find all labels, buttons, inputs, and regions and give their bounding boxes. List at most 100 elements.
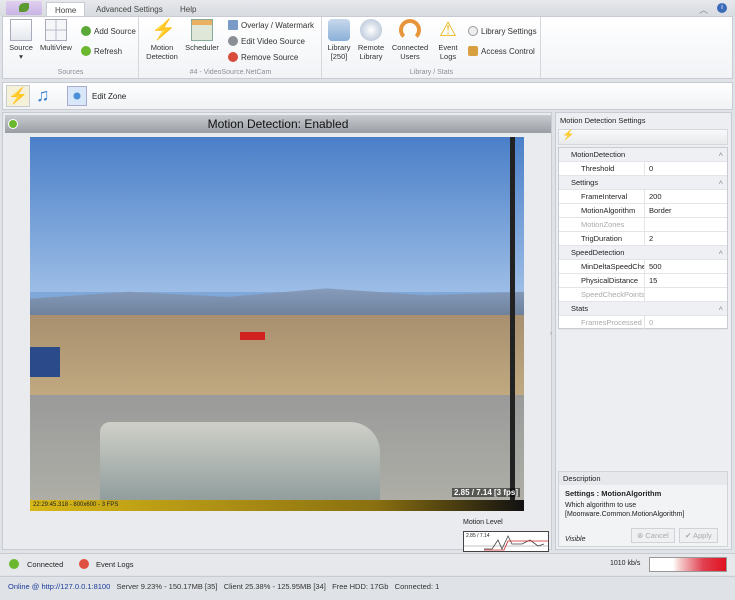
- edit-zone-button[interactable]: Edit Zone: [67, 86, 126, 106]
- remove-icon: [228, 52, 238, 62]
- chevron-up-icon[interactable]: ˄: [719, 148, 723, 161]
- group-label: #4 - VideoSource.NetCam: [189, 69, 272, 76]
- grid-category[interactable]: SpeedDetection ˄: [559, 246, 727, 260]
- overlay-icon: [228, 20, 238, 30]
- ribbon: Source ▾ MultiView Add Source Refresh Sou…: [2, 16, 733, 79]
- category-label: MotionDetection: [571, 150, 626, 159]
- edit-video-source-button[interactable]: Edit Video Source: [228, 36, 305, 46]
- remove-source-button[interactable]: Remove Source: [228, 52, 298, 62]
- source-icon: [10, 19, 32, 41]
- apply-button[interactable]: ✔ Apply: [679, 528, 718, 543]
- scheduler-button[interactable]: Scheduler: [184, 19, 220, 52]
- warning-icon: ⚠: [439, 19, 457, 41]
- settings-panel: Motion Detection Settings ⚡ MotionDetect…: [555, 112, 732, 550]
- grid-property[interactable]: MinDeltaSpeedCheck500: [559, 260, 727, 274]
- label: Remote Library: [357, 43, 385, 61]
- description-title: Settings : MotionAlgorithm: [565, 489, 662, 498]
- bandwidth-label: 1010 kb/s: [610, 560, 641, 567]
- grid-property[interactable]: PhysicalDistance 15: [559, 274, 727, 288]
- label: Apply: [692, 531, 712, 540]
- grid-property[interactable]: MotionZones: [559, 218, 727, 232]
- property-name: SpeedCheckPoints: [571, 288, 645, 301]
- refresh-button[interactable]: Refresh: [81, 46, 122, 56]
- server-url-link[interactable]: Online @ http://127.0.0.1:8100: [8, 582, 110, 591]
- video-footer: 22:29:45.318 - 800x600 - 3 FPS: [30, 500, 524, 511]
- event-logs-indicator-icon: [79, 559, 89, 569]
- property-value[interactable]: 2: [647, 232, 653, 245]
- label: Remove Source: [241, 52, 299, 62]
- grid-property[interactable]: FramesProcessed 0: [559, 316, 727, 330]
- audio-button[interactable]: ♫: [36, 85, 50, 106]
- grid-property[interactable]: SpeedCheckPoints: [559, 288, 727, 302]
- motion-detection-button[interactable]: ⚡ Motion Detection: [144, 19, 180, 61]
- cancel-button[interactable]: ⊗ Cancel: [631, 528, 675, 543]
- tab-help[interactable]: Help: [172, 2, 204, 16]
- connected-label[interactable]: Connected: [27, 560, 63, 569]
- motion-level-label: Motion Level: [463, 519, 503, 526]
- video-panel: Motion Detection: Enabled 2.85 / 7.14 [3…: [2, 112, 552, 552]
- collapse-ribbon-icon[interactable]: ︿: [699, 3, 708, 16]
- status-bar: Connected Event Logs 1010 kb/s: [0, 553, 735, 575]
- grid-category[interactable]: Stats ˄: [559, 302, 727, 316]
- add-source-button[interactable]: Add Source: [81, 26, 136, 36]
- library-settings-button[interactable]: Library Settings: [468, 26, 537, 36]
- tab-advanced-settings[interactable]: Advanced Settings: [88, 2, 171, 16]
- chevron-up-icon[interactable]: ˄: [719, 246, 723, 259]
- sky: [30, 137, 524, 292]
- connected-indicator-icon: [9, 559, 19, 569]
- source-button[interactable]: Source ▾: [7, 19, 35, 61]
- grid-category[interactable]: MotionDetection ˄: [559, 148, 727, 162]
- leaf-icon: [19, 3, 29, 12]
- label: Edit Video Source: [241, 36, 305, 46]
- library-button[interactable]: Library [250]: [325, 19, 353, 61]
- connected-users-button[interactable]: Connected Users: [390, 19, 430, 61]
- label: Library [250]: [327, 43, 351, 61]
- grid-property[interactable]: Threshold 0: [559, 162, 727, 176]
- property-name: FramesProcessed: [571, 316, 645, 329]
- multiview-button[interactable]: MultiView: [39, 19, 73, 52]
- label: Add Source: [94, 26, 136, 36]
- property-value[interactable]: 15: [647, 274, 657, 287]
- property-value[interactable]: 200: [647, 190, 662, 203]
- motion-level-graph: [464, 535, 548, 551]
- video-feed[interactable]: 2.85 / 7.14 [3 fps] 22:29:45.318 - 800x6…: [30, 137, 524, 511]
- tab-home[interactable]: Home: [46, 2, 86, 16]
- label: Edit Zone: [92, 91, 127, 101]
- category-label: Stats: [571, 304, 589, 313]
- property-value[interactable]: 0: [647, 162, 653, 175]
- utility-pole: [510, 137, 515, 511]
- event-logs-label[interactable]: Event Logs: [96, 560, 134, 569]
- library-icon: [328, 19, 350, 41]
- property-grid: MotionDetection ˄ Threshold 0 Settings ˄ Frame…: [558, 147, 728, 330]
- grid-category[interactable]: Settings ˄: [559, 176, 727, 190]
- lightning-icon: ⚡: [8, 88, 28, 105]
- property-name: FrameInterval: [571, 190, 645, 203]
- property-value[interactable]: 500: [647, 260, 662, 273]
- motion-toggle-button[interactable]: ⚡: [6, 85, 30, 107]
- overlay-watermark-button[interactable]: Overlay / Watermark: [228, 20, 314, 30]
- app-menu-button[interactable]: [6, 1, 42, 15]
- info-icon[interactable]: i: [717, 3, 727, 13]
- label: Access Control: [481, 46, 535, 56]
- grid-property[interactable]: FrameInterval 200: [559, 190, 727, 204]
- settings-icon: [468, 26, 478, 36]
- lightning-icon[interactable]: ⚡: [562, 130, 574, 141]
- grid-property[interactable]: MotionAlgorithm Border: [559, 204, 727, 218]
- group-label: Sources: [57, 69, 84, 76]
- chevron-up-icon[interactable]: ˄: [719, 302, 723, 315]
- remote-library-button[interactable]: Remote Library: [355, 19, 387, 61]
- description-text: Which algorithm to use [Moonware.Common.…: [565, 502, 685, 518]
- refresh-icon: [81, 46, 91, 56]
- grid-property[interactable]: TrigDuration 2: [559, 232, 727, 246]
- access-control-button[interactable]: Access Control: [468, 46, 535, 56]
- multiview-icon: [45, 19, 67, 41]
- chevron-up-icon[interactable]: ˄: [719, 176, 723, 189]
- group-video-source: ⚡ Motion Detection Scheduler Overlay / Wa…: [140, 17, 322, 78]
- visible-label: Visible: [565, 536, 586, 543]
- property-value[interactable]: 0: [647, 316, 653, 329]
- tab-bar: Home Advanced Settings Help ︿ i: [0, 0, 735, 16]
- event-logs-button[interactable]: ⚠ Event Logs: [433, 19, 463, 61]
- splitter-arrow-icon[interactable]: ›: [550, 331, 552, 337]
- gear-icon: [228, 36, 238, 46]
- property-value[interactable]: Border: [647, 204, 672, 217]
